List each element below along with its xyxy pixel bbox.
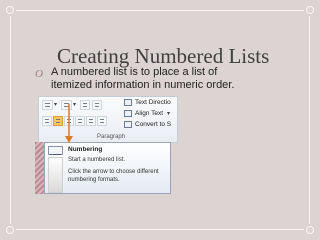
floral-pattern bbox=[35, 142, 44, 194]
tooltip-title: Numbering bbox=[68, 146, 103, 153]
align-text-button[interactable]: Align Text bbox=[135, 110, 163, 117]
numbering-button[interactable] bbox=[61, 100, 72, 110]
increase-indent-button[interactable] bbox=[92, 100, 102, 110]
line-spacing-button[interactable] bbox=[97, 116, 107, 126]
corner-circle-icon bbox=[6, 6, 14, 14]
align-right-button[interactable] bbox=[64, 116, 74, 126]
frame-line-top bbox=[16, 10, 304, 11]
frame-line-right bbox=[309, 16, 310, 224]
smartart-icon bbox=[124, 121, 132, 128]
text-direction-button[interactable]: Text Directio bbox=[135, 99, 171, 106]
paragraph-group-label: Paragraph bbox=[97, 134, 126, 140]
corner-circle-icon bbox=[6, 226, 14, 234]
frame-line-bottom bbox=[16, 229, 304, 230]
text-direction-icon bbox=[124, 99, 132, 106]
bullets-button[interactable] bbox=[42, 100, 53, 110]
align-center-button[interactable] bbox=[53, 116, 63, 126]
decrease-indent-button[interactable] bbox=[80, 100, 90, 110]
columns-button[interactable] bbox=[86, 116, 96, 126]
corner-circle-icon bbox=[306, 226, 314, 234]
align-left-button[interactable] bbox=[42, 116, 52, 126]
tooltip-hint: Click the arrow to choose different numb… bbox=[68, 169, 159, 183]
corner-circle-icon bbox=[306, 6, 314, 14]
align-text-dropdown-icon[interactable]: ▾ bbox=[167, 110, 170, 117]
numbering-icon bbox=[48, 146, 63, 158]
bullet-marker: O bbox=[35, 68, 43, 80]
justify-button[interactable] bbox=[75, 116, 85, 126]
ribbon-paragraph-group: ▾ ▾ Paragraph Text Directio Align Text ▾… bbox=[38, 96, 178, 143]
tooltip-description: Start a numbered list. bbox=[68, 157, 126, 163]
bullet-text: A numbered list is to place a list of it… bbox=[51, 66, 235, 91]
tooltip-side-panel bbox=[48, 157, 63, 193]
bullets-dropdown-icon[interactable]: ▾ bbox=[54, 101, 57, 108]
numbering-tooltip: Numbering Start a numbered list. Click t… bbox=[44, 142, 171, 194]
frame-line-left bbox=[10, 16, 11, 224]
align-text-icon bbox=[124, 110, 132, 117]
numbering-dropdown-icon[interactable]: ▾ bbox=[73, 101, 76, 108]
convert-to-smartart-button[interactable]: Convert to S bbox=[135, 121, 171, 128]
slide: Creating Numbered Lists O A numbered lis… bbox=[0, 0, 320, 240]
